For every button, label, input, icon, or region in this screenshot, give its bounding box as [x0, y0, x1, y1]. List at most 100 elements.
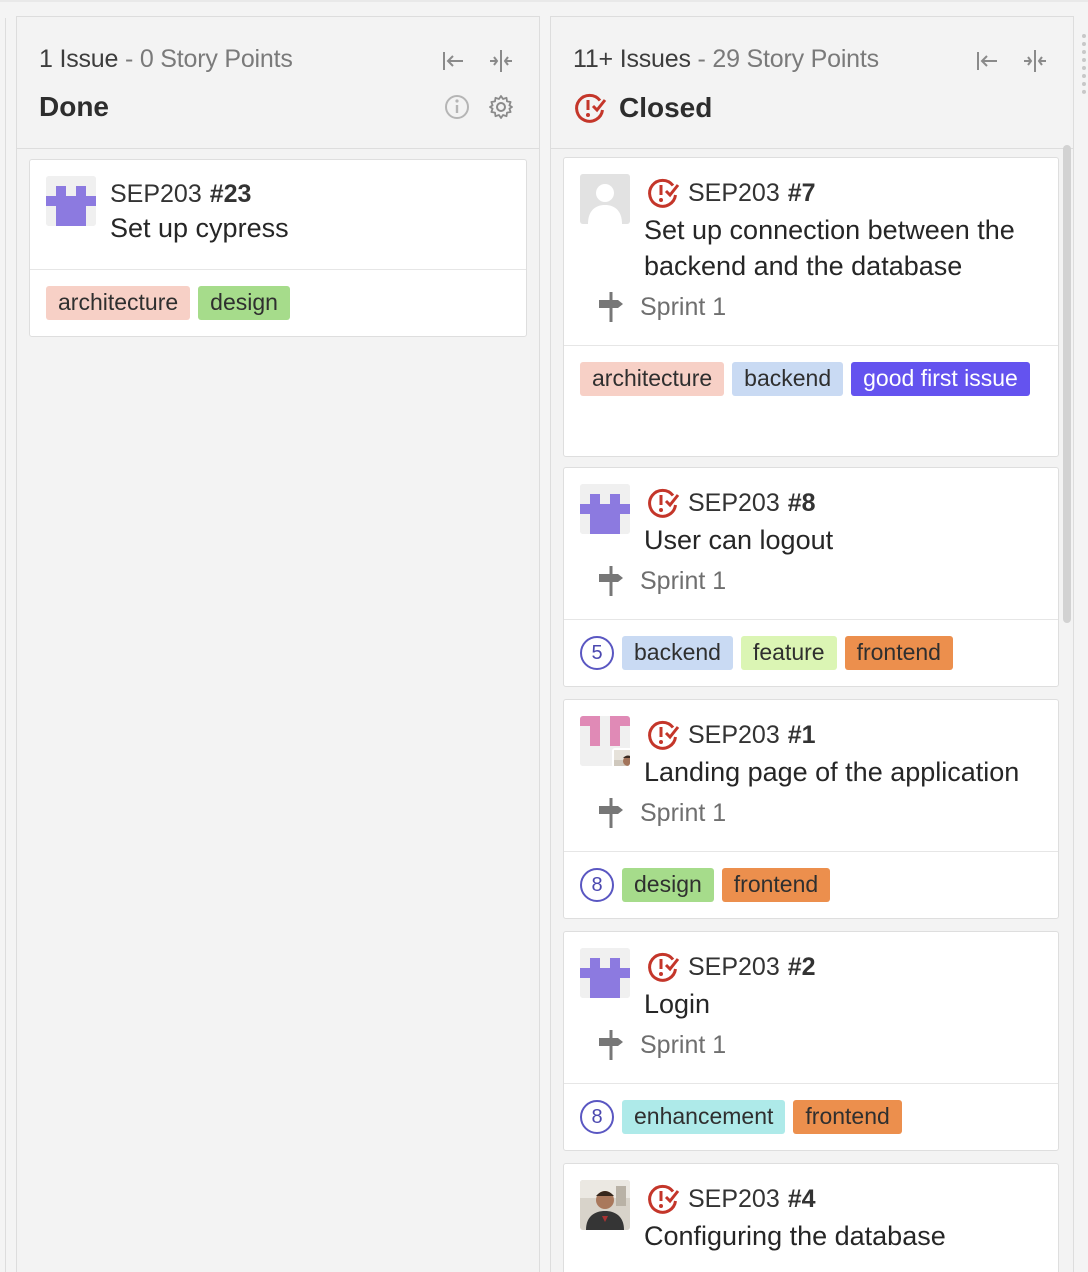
card-body: SEP203 #4 Configuring the database [564, 1164, 1058, 1272]
collapse-icon[interactable] [487, 47, 515, 75]
meta-separator: - [690, 45, 713, 73]
milestone[interactable]: Sprint 1 [596, 564, 726, 598]
default-avatar-icon [580, 174, 630, 224]
column-meta: 11+ Issues - 29 Story Points [573, 45, 879, 74]
issue-title[interactable]: User can logout [644, 522, 833, 558]
collapse-left-icon[interactable] [973, 47, 1001, 75]
closed-issue-icon [648, 488, 680, 518]
top-divider [0, 0, 1088, 2]
card-body: SEP203 #7 Set up connection between the b… [564, 158, 1058, 346]
issue-number: #4 [787, 1184, 816, 1213]
story-points: 0 Story Points [139, 45, 293, 73]
issue-reference[interactable]: SEP203 #4 [646, 1182, 816, 1216]
card-body: SEP203 #8 User can logout Sprint 1 [564, 468, 1058, 620]
card-body: SEP203 #1 Landing page of the application… [564, 700, 1058, 852]
repo-name: SEP203 [688, 488, 780, 517]
milestone-icon [599, 1030, 623, 1060]
milestone[interactable]: Sprint 1 [596, 290, 726, 324]
collapse-left-icon[interactable] [439, 47, 467, 75]
repo-name: SEP203 [688, 720, 780, 749]
label-feature[interactable]: feature [740, 636, 837, 670]
label-design[interactable]: design [198, 286, 290, 320]
issue-reference[interactable]: SEP203 #1 [646, 718, 816, 752]
avatar[interactable] [580, 174, 630, 224]
secondary-avatar[interactable] [612, 748, 630, 766]
issue-number: #7 [787, 178, 816, 207]
card-body: SEP203 #23 Set up cypress [30, 160, 526, 270]
milestone-icon [599, 566, 623, 596]
repo-name: SEP203 [688, 952, 780, 981]
repo-name: SEP203 [110, 180, 202, 208]
gear-icon[interactable] [487, 93, 515, 121]
closed-issue-icon [648, 720, 680, 750]
issue-title[interactable]: Configuring the database [644, 1218, 946, 1254]
label-architecture[interactable]: architecture [580, 362, 725, 396]
identicon-purple [580, 948, 630, 998]
user-photo [580, 1180, 630, 1230]
milestone-label: Sprint 1 [640, 292, 727, 321]
repo-name: SEP203 [688, 1184, 780, 1213]
milestone-icon [599, 292, 623, 322]
issue-reference[interactable]: SEP203 #8 [646, 486, 816, 520]
avatar[interactable] [580, 484, 630, 534]
issue-title[interactable]: Landing page of the application [644, 754, 1019, 790]
issue-title[interactable]: Set up cypress [110, 210, 289, 246]
issue-title-line: backend and the database [644, 251, 963, 281]
scrollbar[interactable] [1063, 145, 1071, 623]
user-photo [614, 750, 630, 766]
label-list: 8 design frontend [580, 868, 1042, 902]
collapse-icon[interactable] [1021, 47, 1049, 75]
issue-count: 1 Issue [39, 45, 119, 73]
meta-separator: - [118, 45, 140, 73]
column-title: Done [39, 91, 109, 123]
previous-column-edge [0, 18, 6, 1272]
label-frontend[interactable]: frontend [793, 1100, 902, 1134]
issue-reference[interactable]: SEP203 #7 [646, 176, 816, 210]
avatar[interactable] [46, 176, 96, 226]
issue-title[interactable]: Login [644, 986, 710, 1022]
story-points-badge: 8 [580, 868, 614, 902]
issue-reference[interactable]: SEP203 #23 [110, 180, 251, 209]
milestone[interactable]: Sprint 1 [596, 796, 726, 830]
story-points-badge: 8 [580, 1100, 614, 1134]
avatar[interactable] [580, 716, 630, 766]
label-frontend[interactable]: frontend [844, 636, 953, 670]
issue-title-line: Set up connection between the [644, 215, 1015, 245]
story-points: 29 Story Points [712, 45, 879, 73]
issue-title[interactable]: Set up connection between the backend an… [644, 212, 1015, 284]
issue-card[interactable]: SEP203 #7 Set up connection between the b… [563, 157, 1059, 457]
column-title-text: Closed [619, 92, 713, 123]
issue-card[interactable]: SEP203 #4 Configuring the database [563, 1163, 1059, 1272]
label-frontend[interactable]: frontend [721, 868, 831, 902]
column-header: 11+ Issues - 29 Story Points Closed [551, 17, 1073, 149]
identicon-purple [46, 176, 96, 226]
milestone[interactable]: Sprint 1 [596, 1028, 726, 1062]
issue-card[interactable]: SEP203 #2 Login Sprint 1 8 enhancement fr… [563, 931, 1059, 1151]
issue-card[interactable]: SEP203 #23 Set up cypress architecture de… [29, 159, 527, 337]
info-icon[interactable] [443, 93, 471, 121]
card-labels: 8 design frontend [564, 852, 1058, 918]
label-design[interactable]: design [622, 868, 714, 902]
label-list: 8 enhancement frontend [580, 1100, 1042, 1134]
label-architecture[interactable]: architecture [46, 286, 191, 320]
closed-issue-icon [648, 1184, 680, 1214]
milestone-label: Sprint 1 [640, 798, 727, 827]
milestone-label: Sprint 1 [640, 566, 727, 595]
label-good-first-issue[interactable]: good first issue [851, 362, 1030, 396]
label-list: architecture backend good first issue [580, 362, 1042, 396]
column-meta: 1 Issue - 0 Story Points [39, 45, 293, 74]
avatar[interactable] [580, 1180, 630, 1230]
issue-reference[interactable]: SEP203 #2 [646, 950, 816, 984]
issue-card[interactable]: SEP203 #8 User can logout Sprint 1 5 back… [563, 467, 1059, 687]
card-labels: 8 enhancement frontend [564, 1084, 1058, 1150]
issue-card[interactable]: SEP203 #1 Landing page of the application… [563, 699, 1059, 919]
label-backend[interactable]: backend [622, 636, 733, 670]
avatar[interactable] [580, 948, 630, 998]
next-column-edge [1082, 34, 1088, 94]
label-list: 5 backend feature frontend [580, 636, 1042, 670]
repo-name: SEP203 [688, 178, 780, 207]
label-backend[interactable]: backend [732, 362, 844, 396]
label-enhancement[interactable]: enhancement [622, 1100, 786, 1134]
column-done: 1 Issue - 0 Story Points Done SEP203 #23… [16, 16, 540, 1272]
column-closed: 11+ Issues - 29 Story Points Closed SEP2… [550, 16, 1074, 1272]
